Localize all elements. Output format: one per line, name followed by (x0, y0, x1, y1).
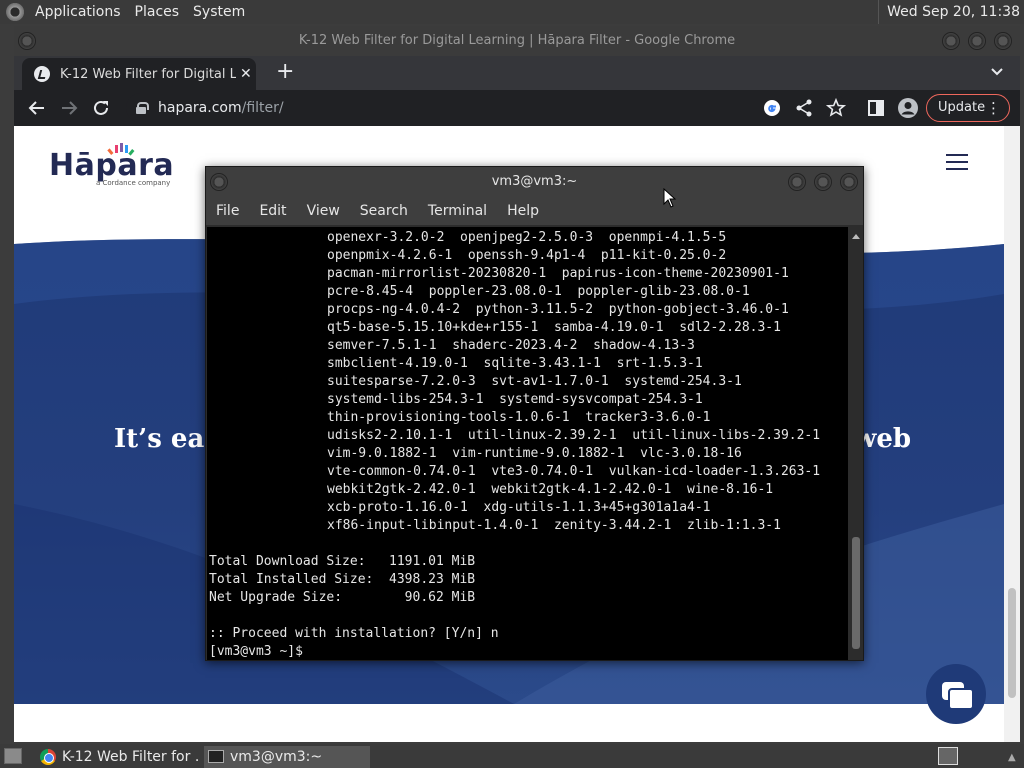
url-text[interactable]: hapara.com/filter/ (158, 100, 284, 116)
places-menu[interactable]: Places (128, 0, 187, 24)
terminal-line: openexr-3.2.0-2 openjpeg2-2.5.0-3 openmp… (327, 230, 727, 245)
terminal-line: procps-ng-4.0.4-2 python-3.11.5-2 python… (327, 302, 789, 317)
tab-search-chevron-icon[interactable] (990, 65, 1004, 79)
back-icon[interactable] (25, 96, 49, 120)
terminal-line: pcre-8.45-4 poppler-23.08.0-1 poppler-gl… (327, 284, 750, 299)
terminal-line: suitesparse-7.2.0-3 svt-av1-1.7.0-1 syst… (327, 374, 742, 389)
terminal-window: vm3@vm3:~ File Edit View Search Terminal… (205, 166, 864, 661)
chrome-icon (40, 749, 56, 765)
taskbar-item-label: K-12 Web Filter for ... (62, 749, 200, 765)
window-title: K-12 Web Filter for Digital Learning | H… (298, 33, 736, 48)
page-scrollbar-thumb[interactable] (1008, 588, 1016, 698)
top-panel: Applications Places System Wed Sep 20, 1… (0, 0, 1024, 24)
forward-icon[interactable] (57, 96, 81, 120)
reload-icon[interactable] (89, 96, 113, 120)
terminal-close-button[interactable] (840, 173, 858, 191)
share-icon[interactable] (792, 96, 816, 120)
terminal-line: qt5-base-5.15.10+kde+r155-1 samba-4.19.0… (327, 320, 781, 335)
chat-widget-button[interactable] (926, 664, 986, 724)
terminal-line: vim-9.0.1882-1 vim-runtime-9.0.1882-1 vl… (327, 446, 742, 461)
terminal-maximize-button[interactable] (814, 173, 832, 191)
terminal-titlebar[interactable]: vm3@vm3:~ (206, 167, 863, 197)
new-tab-icon[interactable]: + (276, 61, 294, 83)
menu-file[interactable]: File (206, 197, 249, 225)
tab-strip: K-12 Web Filter for Digital Lea ✕ + (14, 56, 1020, 90)
terminal-line: openpmix-4.2.6-1 openssh-9.4p1-4 p11-kit… (327, 248, 727, 263)
mouse-pointer-icon (663, 188, 677, 208)
tab-hapara[interactable]: K-12 Web Filter for Digital Lea ✕ (22, 58, 256, 90)
terminal-line: pacman-mirrorlist-20230820-1 papirus-ico… (327, 266, 789, 281)
menu-search[interactable]: Search (350, 197, 418, 225)
hapara-favicon-icon (34, 66, 50, 82)
terminal-line: systemd-libs-254.3-1 systemd-sysvcompat-… (327, 392, 703, 407)
menu-help[interactable]: Help (497, 197, 549, 225)
address-bar[interactable]: hapara.com/filter/ (126, 93, 846, 123)
terminal-line: vte-common-0.74.0-1 vte3-0.74.0-1 vulkan… (327, 464, 821, 479)
hapara-logo[interactable]: Hāpara a Cordance company (49, 143, 174, 187)
terminal-line: udisks2-2.10.1-1 util-linux-2.39.2-1 uti… (327, 428, 821, 443)
scroll-up-arrow-icon[interactable] (849, 230, 863, 242)
menu-terminal[interactable]: Terminal (418, 197, 497, 225)
show-desktop-icon[interactable] (4, 748, 22, 764)
terminal-line: semver-7.5.1-1 shaderc-2023.4-2 shadow-4… (327, 338, 695, 353)
terminal-line: webkit2gtk-2.42.0-1 webkit2gtk-4.1-2.42.… (327, 482, 774, 497)
proceed-prompt-line: :: Proceed with installation? [Y/n] n (209, 626, 499, 641)
terminal-menubar: File Edit View Search Terminal Help (206, 197, 863, 225)
system-menus: Applications Places System (28, 0, 252, 24)
clock[interactable]: Wed Sep 20, 11:38 (878, 0, 1020, 24)
terminal-scrollbar[interactable] (849, 227, 863, 660)
lock-icon[interactable] (136, 102, 149, 114)
hapara-logo-burst-icon (107, 143, 135, 156)
update-button[interactable]: Update ⋮ (926, 94, 1010, 122)
maximize-button[interactable] (968, 32, 986, 50)
update-label: Update (938, 100, 986, 115)
toolbar: hapara.com/filter/ Update ⋮ (14, 90, 1020, 126)
terminal-output[interactable]: openexr-3.2.0-2 openjpeg2-2.5.0-3 openmp… (207, 227, 848, 660)
tab-close-icon[interactable]: ✕ (240, 66, 252, 82)
url-host: hapara.com (158, 100, 242, 116)
taskbar: K-12 Web Filter for ... vm3@vm3:~ ▲ (0, 744, 1024, 768)
resize-grip-icon: ▲ (1008, 752, 1016, 763)
side-panel-icon[interactable] (864, 96, 888, 120)
taskbar-item-terminal[interactable]: vm3@vm3:~ (204, 746, 370, 768)
tab-title: K-12 Web Filter for Digital Lea (60, 66, 236, 82)
page-scrollbar[interactable] (1004, 126, 1020, 742)
hapara-tagline: a Cordance company (96, 179, 171, 187)
terminal-scrollbar-thumb[interactable] (852, 537, 860, 649)
taskbar-item-chrome[interactable]: K-12 Web Filter for ... (36, 746, 200, 768)
bookmark-star-icon[interactable] (824, 96, 848, 120)
system-menu[interactable]: System (186, 0, 252, 24)
menu-edit[interactable]: Edit (249, 197, 296, 225)
hamburger-menu-icon[interactable] (946, 154, 968, 170)
terminal-icon (208, 750, 224, 763)
google-lens-icon[interactable] (760, 96, 784, 120)
terminal-title: vm3@vm3:~ (491, 174, 578, 189)
terminal-window-menu-button[interactable] (210, 173, 228, 191)
terminal-line: xf86-input-libinput-1.4.0-1 zenity-3.44.… (327, 518, 781, 533)
hero-heading-left: It’s eas (114, 424, 219, 454)
installed-size-line: Total Installed Size: 4398.23 MiB (209, 572, 476, 587)
close-button[interactable] (994, 32, 1012, 50)
taskbar-item-label: vm3@vm3:~ (230, 749, 323, 765)
terminal-line: thin-provisioning-tools-1.0.6-1 tracker3… (327, 410, 711, 425)
terminal-line: xcb-proto-1.16.0-1 xdg-utils-1.1.3+45+g3… (327, 500, 711, 515)
upgrade-size-line: Net Upgrade Size: 90.62 MiB (209, 590, 476, 605)
chrome-titlebar[interactable]: K-12 Web Filter for Digital Learning | H… (14, 26, 1020, 56)
workspace-switcher-icon[interactable] (938, 747, 958, 765)
terminal-line: smbclient-4.19.0-1 sqlite-3.43.1-1 srt-1… (327, 356, 703, 371)
applications-menu[interactable]: Applications (28, 0, 128, 24)
chrome-menu-icon[interactable]: ⋮ (986, 95, 1001, 121)
shell-prompt-line: [vm3@vm3 ~]$ (209, 644, 303, 659)
download-size-line: Total Download Size: 1191.01 MiB (209, 554, 476, 569)
terminal-minimize-button[interactable] (788, 173, 806, 191)
minimize-button[interactable] (942, 32, 960, 50)
distro-logo-icon[interactable] (6, 2, 26, 22)
url-path: /filter/ (241, 100, 284, 116)
profile-avatar-icon[interactable] (896, 96, 920, 120)
menu-view[interactable]: View (297, 197, 350, 225)
window-menu-button[interactable] (18, 32, 36, 50)
